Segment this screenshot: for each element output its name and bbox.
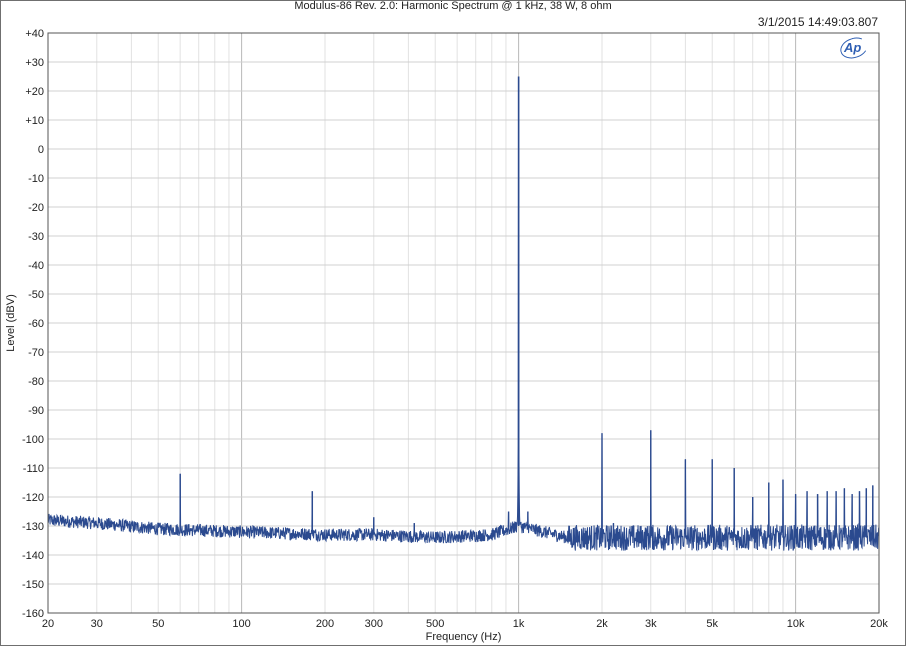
major-gridlines — [48, 32, 879, 614]
x-axis-label: Frequency (Hz) — [426, 631, 502, 643]
y-tick-label: -80 — [28, 376, 44, 388]
y-tick-label: +10 — [25, 115, 44, 127]
y-tick-label: 0 — [38, 144, 44, 156]
y-tick-label: +30 — [25, 57, 44, 69]
x-tick-label: 1k — [513, 618, 525, 630]
y-tick-label: -160 — [22, 608, 44, 620]
x-tick-label: 5k — [706, 618, 718, 630]
y-tick-label: -30 — [28, 231, 44, 243]
y-tick-label: -150 — [22, 579, 44, 591]
x-tick-label: 100 — [232, 618, 250, 630]
spectrum-series-line — [47, 76, 880, 552]
series-group — [47, 76, 880, 552]
y-tick-label: -50 — [28, 289, 44, 301]
x-tick-label: 20k — [870, 618, 888, 630]
y-tick-label: +40 — [25, 28, 44, 40]
x-tick-label: 30 — [91, 618, 103, 630]
y-tick-label: -20 — [28, 202, 44, 214]
y-axis-label: Level (dBV) — [5, 294, 17, 351]
y-tick-label: -10 — [28, 173, 44, 185]
y-tick-label: -90 — [28, 405, 44, 417]
y-tick-label: -130 — [22, 521, 44, 533]
y-tick-label: -110 — [23, 463, 44, 475]
y-tick-label: -60 — [28, 318, 44, 330]
x-tick-label: 500 — [426, 618, 444, 630]
spectrum-plot: +40 +30 +20 +10 0 -10 -20 -30 -40 -50 -60 -70 -80 -90… — [5, 28, 888, 643]
y-tick-label: -100 — [22, 434, 44, 446]
y-tick-label: +20 — [25, 86, 44, 98]
x-tick-label: 20 — [42, 618, 54, 630]
x-tick-label: 50 — [152, 618, 164, 630]
y-axis-ticks: +40 +30 +20 +10 0 -10 -20 -30 -40 -50 -60 -70 -80 -90… — [22, 28, 44, 620]
y-tick-label: -140 — [22, 550, 44, 562]
x-tick-label: 3k — [645, 618, 657, 630]
x-tick-label: 2k — [596, 618, 608, 630]
y-tick-label: -120 — [22, 492, 44, 504]
y-tick-label: -70 — [28, 347, 44, 359]
x-axis-ticks: 20 30 50 100 200 300 500 1k 2k 3k 5k 10k 20k — [42, 618, 888, 630]
x-tick-label: 300 — [365, 618, 383, 630]
x-tick-label: 200 — [316, 618, 334, 630]
y-tick-label: -40 — [28, 260, 44, 272]
x-tick-label: 10k — [787, 618, 805, 630]
